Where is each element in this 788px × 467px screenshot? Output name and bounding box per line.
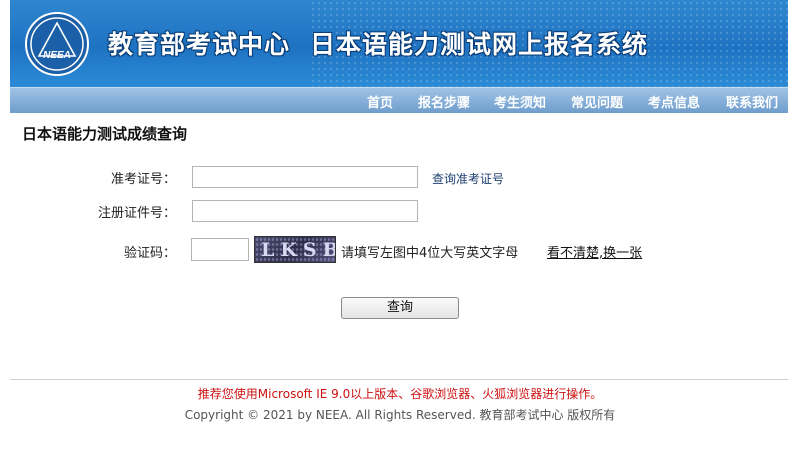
captcha-code: LKSB [261,239,335,261]
id-number-label: 注册证件号： [97,206,176,221]
neea-logo: NEEA [25,12,89,76]
nav-item-test-centers[interactable]: 考点信息 [648,92,700,111]
query-button[interactable]: 查询 [341,297,459,319]
header-banner: NEEA 教育部考试中心 日本语能力测试网上报名系统 [10,0,788,87]
logo-emblem-icon [30,17,84,71]
nav-item-home[interactable]: 首页 [367,92,393,111]
nav-item-registration-steps[interactable]: 报名步骤 [418,92,470,111]
exam-number-input[interactable] [192,166,418,188]
captcha-hint: 请填写左图中4位大写英文字母 [341,246,519,261]
page-title: 日本语能力测试成绩查询 [22,125,188,143]
exam-number-label: 准考证号： [110,172,176,187]
nav-item-contact[interactable]: 联系我们 [726,92,778,111]
captcha-label: 验证码： [123,246,176,261]
org-name: 教育部考试中心 [108,30,291,59]
nav-item-candidate-notice[interactable]: 考生须知 [494,92,546,111]
banner-title: 教育部考试中心 日本语能力测试网上报名系统 [108,25,648,61]
id-number-input[interactable] [192,200,418,222]
lookup-exam-number-link[interactable]: 查询准考证号 [432,170,504,187]
captcha-refresh-link[interactable]: 看不清楚,换一张 [547,242,642,261]
captcha-input[interactable] [191,238,249,261]
footer-divider [10,379,788,380]
nav-item-faq[interactable]: 常见问题 [571,92,623,111]
captcha-image[interactable]: LKSB [254,236,336,263]
logo-text: NEEA [43,50,71,61]
copyright: Copyright © 2021 by NEEA. All Rights Res… [184,408,616,422]
system-name: 日本语能力测试网上报名系统 [310,30,649,59]
main-nav: 首页 报名步骤 考生须知 常见问题 考点信息 联系我们 [10,87,788,113]
browser-notice: 推荐您使用Microsoft IE 9.0以上版本、谷歌浏览器、火狐浏览器进行操… [197,387,603,401]
